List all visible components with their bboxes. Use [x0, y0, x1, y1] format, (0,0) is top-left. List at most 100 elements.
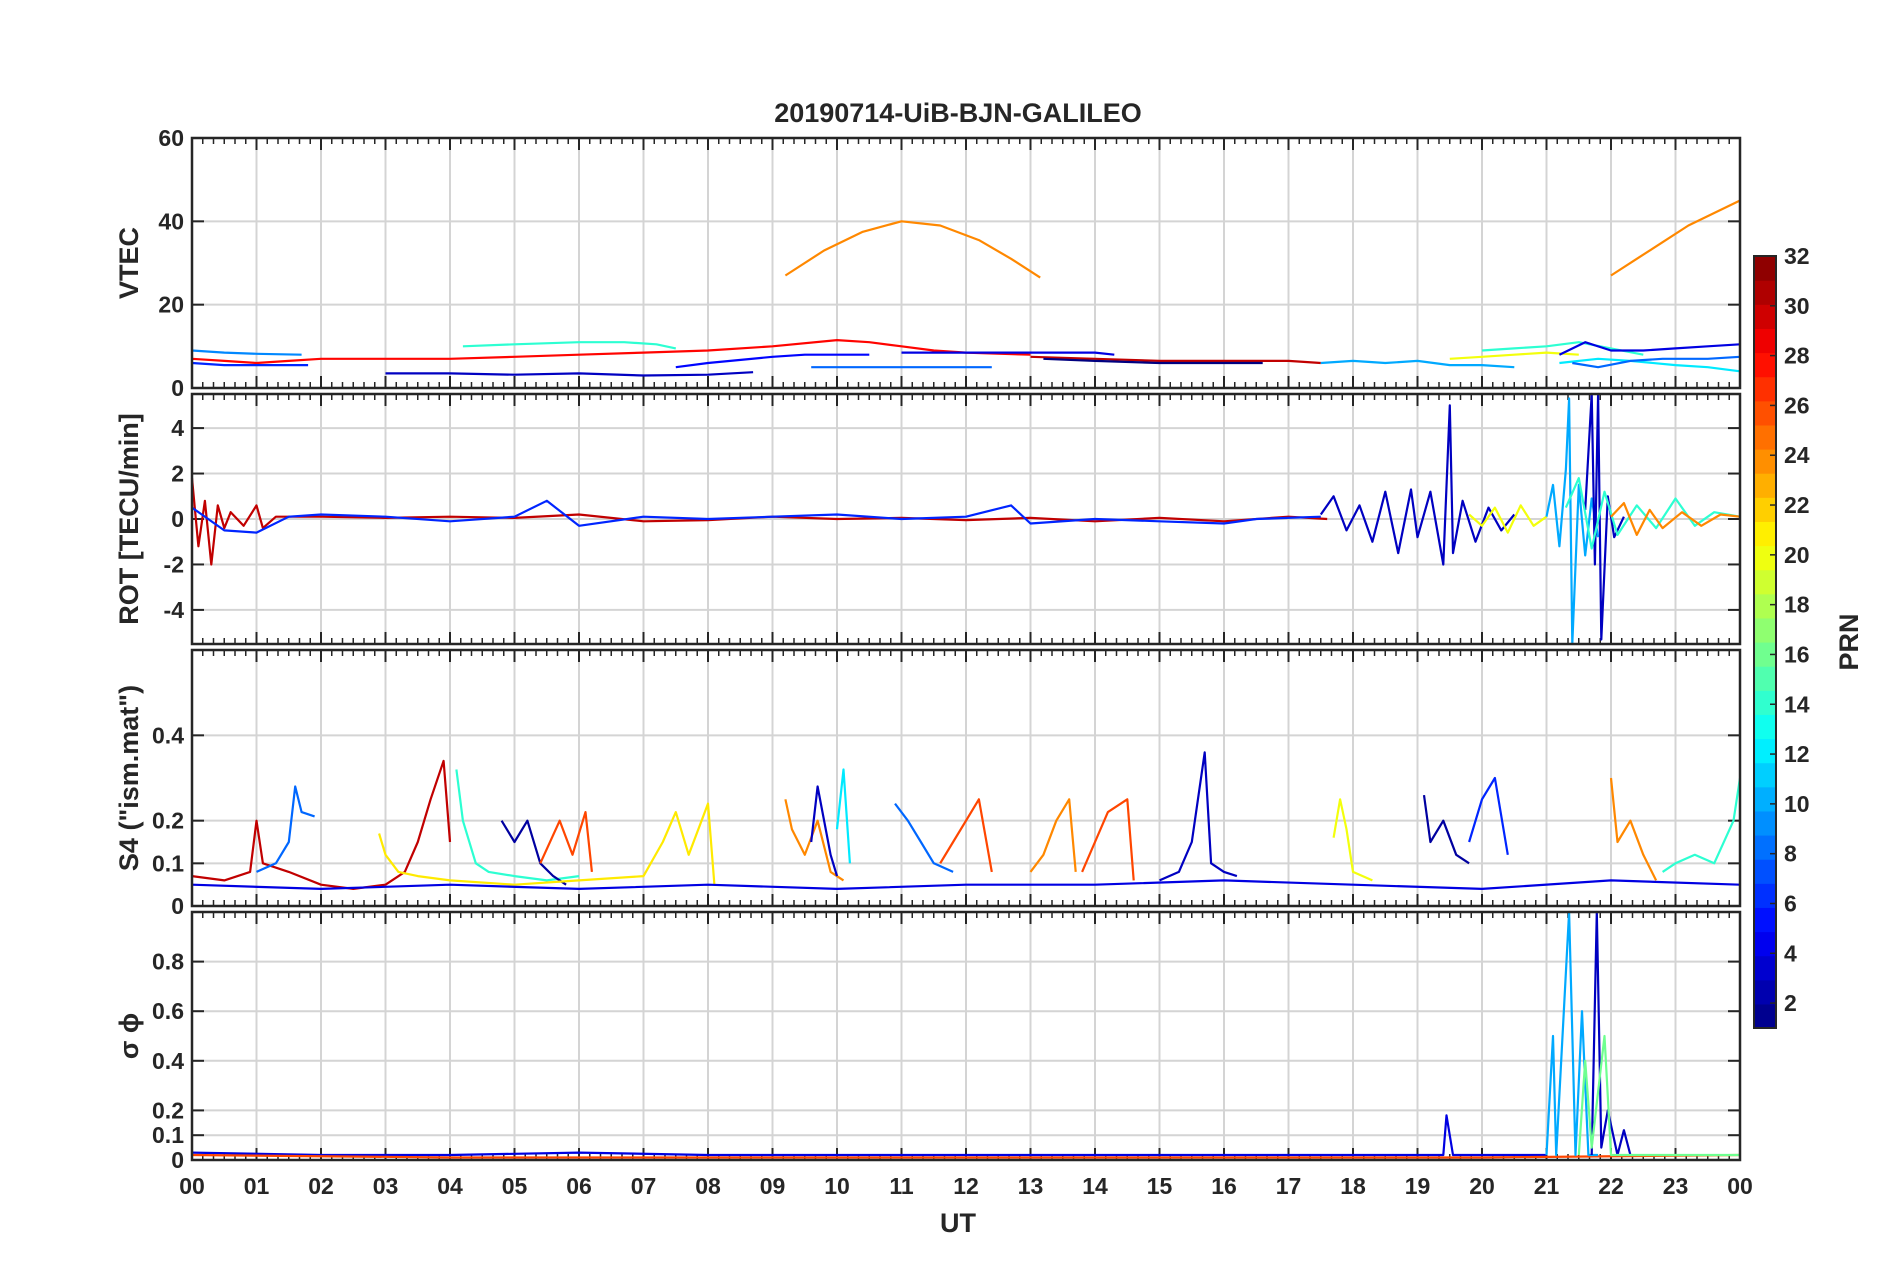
y-tick-label: 0.1: [152, 850, 184, 876]
panel-vtec: 0 20 40 60 VTEC: [114, 125, 1742, 401]
x-tick-label: 10: [824, 1173, 850, 1199]
y-tick-label: 0.1: [152, 1122, 184, 1148]
colorbar-segment: [1754, 569, 1776, 595]
colorbar-segment: [1754, 545, 1776, 571]
x-tick-label: 08: [695, 1173, 721, 1199]
colorbar-tick-label: 10: [1784, 791, 1810, 817]
x-tick-label: 04: [437, 1173, 463, 1199]
colorbar-segment: [1754, 979, 1776, 1005]
y-tick-label: 20: [158, 292, 184, 318]
y-tick-label: 0: [171, 506, 184, 532]
y-tick-label: 0: [171, 1147, 184, 1173]
colorbar-tick-label: 22: [1784, 492, 1810, 518]
x-tick-label: 17: [1276, 1173, 1302, 1199]
colorbar-segment: [1754, 931, 1776, 957]
chart-title: 20190714-UiB-BJN-GALILEO: [774, 98, 1142, 128]
x-tick-label: 14: [1082, 1173, 1108, 1199]
x-tick-label: 21: [1534, 1173, 1560, 1199]
colorbar-segment: [1754, 521, 1776, 547]
colorbar-segment: [1754, 400, 1776, 426]
colorbar-tick-label: 18: [1784, 592, 1810, 618]
y-tick-label: 0.2: [152, 808, 184, 834]
colorbar-segment: [1754, 738, 1776, 764]
panels: 0204060VTEC-4-2024ROT [TECU/min]00.10.20…: [114, 125, 1753, 1199]
colorbar-tick-label: 14: [1784, 691, 1810, 717]
panel-rot: -4 -2 0 2 4 ROT [TECU/min]: [114, 392, 1742, 646]
y-tick-label: 60: [158, 125, 184, 151]
colorbar-segment: [1754, 376, 1776, 402]
colorbar-tick-label: 6: [1784, 890, 1797, 916]
y-tick-label: -4: [164, 597, 185, 623]
x-tick-label: 13: [1018, 1173, 1044, 1199]
colorbar-tick-label: 20: [1784, 542, 1810, 568]
x-tick-label: 15: [1147, 1173, 1173, 1199]
x-tick-label: 00: [179, 1173, 205, 1199]
colorbar-tick-label: 30: [1784, 293, 1810, 319]
colorbar-segment: [1754, 762, 1776, 788]
x-tick-label: 18: [1340, 1173, 1366, 1199]
y-tick-label: 0.4: [152, 722, 184, 748]
colorbar-segment: [1754, 256, 1776, 281]
x-tick-labels: 00 01 02 03 04 05 06 07 08 09 10 11 12 13 14 15 16 17 18 19…: [179, 1173, 1753, 1199]
x-tick-label: 09: [760, 1173, 786, 1199]
colorbar-tick-label: 8: [1784, 841, 1797, 867]
x-tick-label: 23: [1663, 1173, 1689, 1199]
y-axis-label: VTEC: [114, 227, 144, 299]
colorbar-segment: [1754, 424, 1776, 450]
x-tick-label: 19: [1405, 1173, 1431, 1199]
colorbar-segment: [1754, 304, 1776, 329]
y-tick-label: 2: [171, 461, 184, 487]
colorbar-segment: [1754, 666, 1776, 691]
x-tick-label: 20: [1469, 1173, 1495, 1199]
y-axis-label: σ ϕ: [114, 1013, 144, 1059]
y-tick-label: 0.4: [152, 1048, 184, 1074]
colorbar-tick-label: 12: [1784, 741, 1810, 767]
colorbar-segment: [1754, 835, 1776, 860]
colorbar-tick-label: 32: [1784, 243, 1810, 269]
colorbar-segment: [1754, 617, 1776, 643]
x-tick-label: 00: [1727, 1173, 1753, 1199]
colorbar-segment: [1754, 859, 1776, 884]
x-tick-label: 03: [373, 1173, 399, 1199]
x-tick-label: 22: [1598, 1173, 1624, 1199]
y-axis-label: S4 ("ism.mat"): [114, 685, 144, 871]
colorbar-segment: [1754, 907, 1776, 933]
x-axis-label: UT: [940, 1208, 976, 1238]
colorbar-segment: [1754, 280, 1776, 305]
colorbar-segment: [1754, 328, 1776, 354]
colorbar-segment: [1754, 955, 1776, 981]
colorbar-tick-label: 4: [1784, 940, 1797, 966]
colorbar-segment: [1754, 497, 1776, 522]
colorbar-tick-label: 26: [1784, 392, 1810, 418]
panel-sigma_phi: 00.10.2 0.4 0.6 0.8 σ ϕ: [114, 910, 1742, 1173]
colorbar-segment: [1754, 786, 1776, 812]
colorbar: 2468101214161820222426283032PRN: [1753, 243, 1864, 1029]
colorbar-tick-label: 24: [1784, 442, 1810, 468]
colorbar-segment: [1754, 449, 1776, 474]
colorbar-label: PRN: [1834, 613, 1864, 670]
x-tick-label: 02: [308, 1173, 334, 1199]
y-tick-label: 4: [171, 415, 184, 441]
panel-s4: 0 0.1 0.2 0.4 S4 ("ism.mat"): [114, 648, 1742, 919]
colorbar-segment: [1754, 883, 1776, 908]
colorbar-segment: [1754, 714, 1776, 740]
colorbar-segment: [1754, 1003, 1776, 1029]
colorbar-segment: [1754, 690, 1776, 715]
x-tick-label: 16: [1211, 1173, 1237, 1199]
y-tick-label: 0.8: [152, 949, 184, 975]
y-tick-label: -2: [164, 551, 184, 577]
y-tick-label: 0: [171, 375, 184, 401]
y-tick-label: 40: [158, 208, 184, 234]
y-tick-label: 0.6: [152, 998, 184, 1024]
colorbar-segment: [1754, 810, 1776, 836]
colorbar-segment: [1754, 593, 1776, 619]
colorbar-tick-label: 16: [1784, 641, 1810, 667]
x-tick-label: 11: [889, 1173, 914, 1199]
x-tick-label: 07: [631, 1173, 657, 1199]
colorbar-tick-label: 2: [1784, 990, 1797, 1016]
x-tick-label: 05: [502, 1173, 528, 1199]
y-axis-label: ROT [TECU/min]: [114, 413, 144, 624]
y-tick-label: 0: [171, 893, 184, 919]
x-tick-label: 01: [244, 1173, 270, 1199]
x-tick-label: 06: [566, 1173, 592, 1199]
